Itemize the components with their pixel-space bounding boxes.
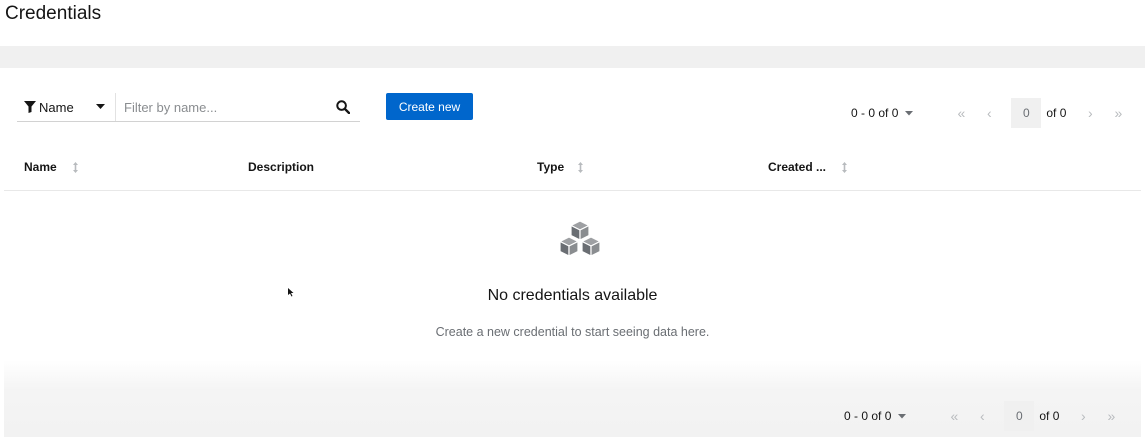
page-number-input[interactable]: 0 [1011,98,1042,128]
next-page-button[interactable]: › [1069,402,1097,430]
page-total-label: of 0 [1046,106,1067,120]
chevron-right-icon: › [1088,105,1093,121]
chevron-right-icon: › [1081,408,1086,424]
empty-state-body: Create a new credential to start seeing … [435,325,710,339]
empty-state-title: No credentials available [487,287,658,304]
double-left-icon: « [950,408,959,424]
double-right-icon: » [1114,105,1123,121]
first-page-button[interactable]: « [940,402,968,430]
chevron-left-icon: ‹ [980,408,985,424]
chevron-left-icon: ‹ [987,105,992,121]
pagination-bottom: 0 - 0 of 0 « ‹ 0 of 0 › » [844,401,1125,431]
page-header: Credentials [0,0,1145,46]
filter-icon [24,101,36,113]
column-header-name[interactable]: Name [24,160,78,174]
sort-icon [578,161,584,173]
pagination-count-label: 0 - 0 of 0 [844,409,892,423]
column-header-type[interactable]: Type [537,160,584,174]
pagination-count-dropdown[interactable]: 0 - 0 of 0 [844,409,907,423]
header-divider-band [0,46,1145,68]
last-page-button[interactable]: » [1104,99,1132,127]
sort-icon [72,161,78,173]
double-right-icon: » [1107,408,1116,424]
column-header-created[interactable]: Created ... [768,160,848,174]
create-new-button[interactable]: Create new [386,93,473,120]
credentials-card: Name Create new 0 - 0 of 0 « ‹ 0 [4,68,1141,437]
next-page-button[interactable]: › [1076,99,1104,127]
search-icon [336,100,350,114]
cubes-icon [559,220,601,257]
pagination-count-label: 0 - 0 of 0 [851,106,899,120]
page-title: Credentials [5,3,102,24]
previous-page-button[interactable]: ‹ [975,99,1003,127]
first-page-button[interactable]: « [947,99,975,127]
filter-group: Name [17,93,360,122]
page-number-input[interactable]: 0 [1004,401,1035,431]
search-button[interactable] [326,93,360,121]
pagination-top: 0 - 0 of 0 « ‹ 0 of 0 › » [851,98,1132,128]
last-page-button[interactable]: » [1097,402,1125,430]
pagination-count-dropdown[interactable]: 0 - 0 of 0 [851,106,914,120]
table-header-divider [4,190,1141,191]
filter-type-dropdown[interactable]: Name [17,93,116,121]
filter-type-label: Name [39,99,74,115]
caret-down-icon [905,110,914,115]
sort-icon [842,161,848,173]
double-left-icon: « [957,105,966,121]
caret-down-icon [96,104,105,109]
search-input[interactable] [122,98,326,116]
previous-page-button[interactable]: ‹ [968,402,996,430]
mouse-cursor-icon [288,288,294,297]
search-box [116,93,360,121]
column-header-description: Description [248,160,315,174]
page-total-label: of 0 [1039,409,1060,423]
caret-down-icon [898,413,907,418]
